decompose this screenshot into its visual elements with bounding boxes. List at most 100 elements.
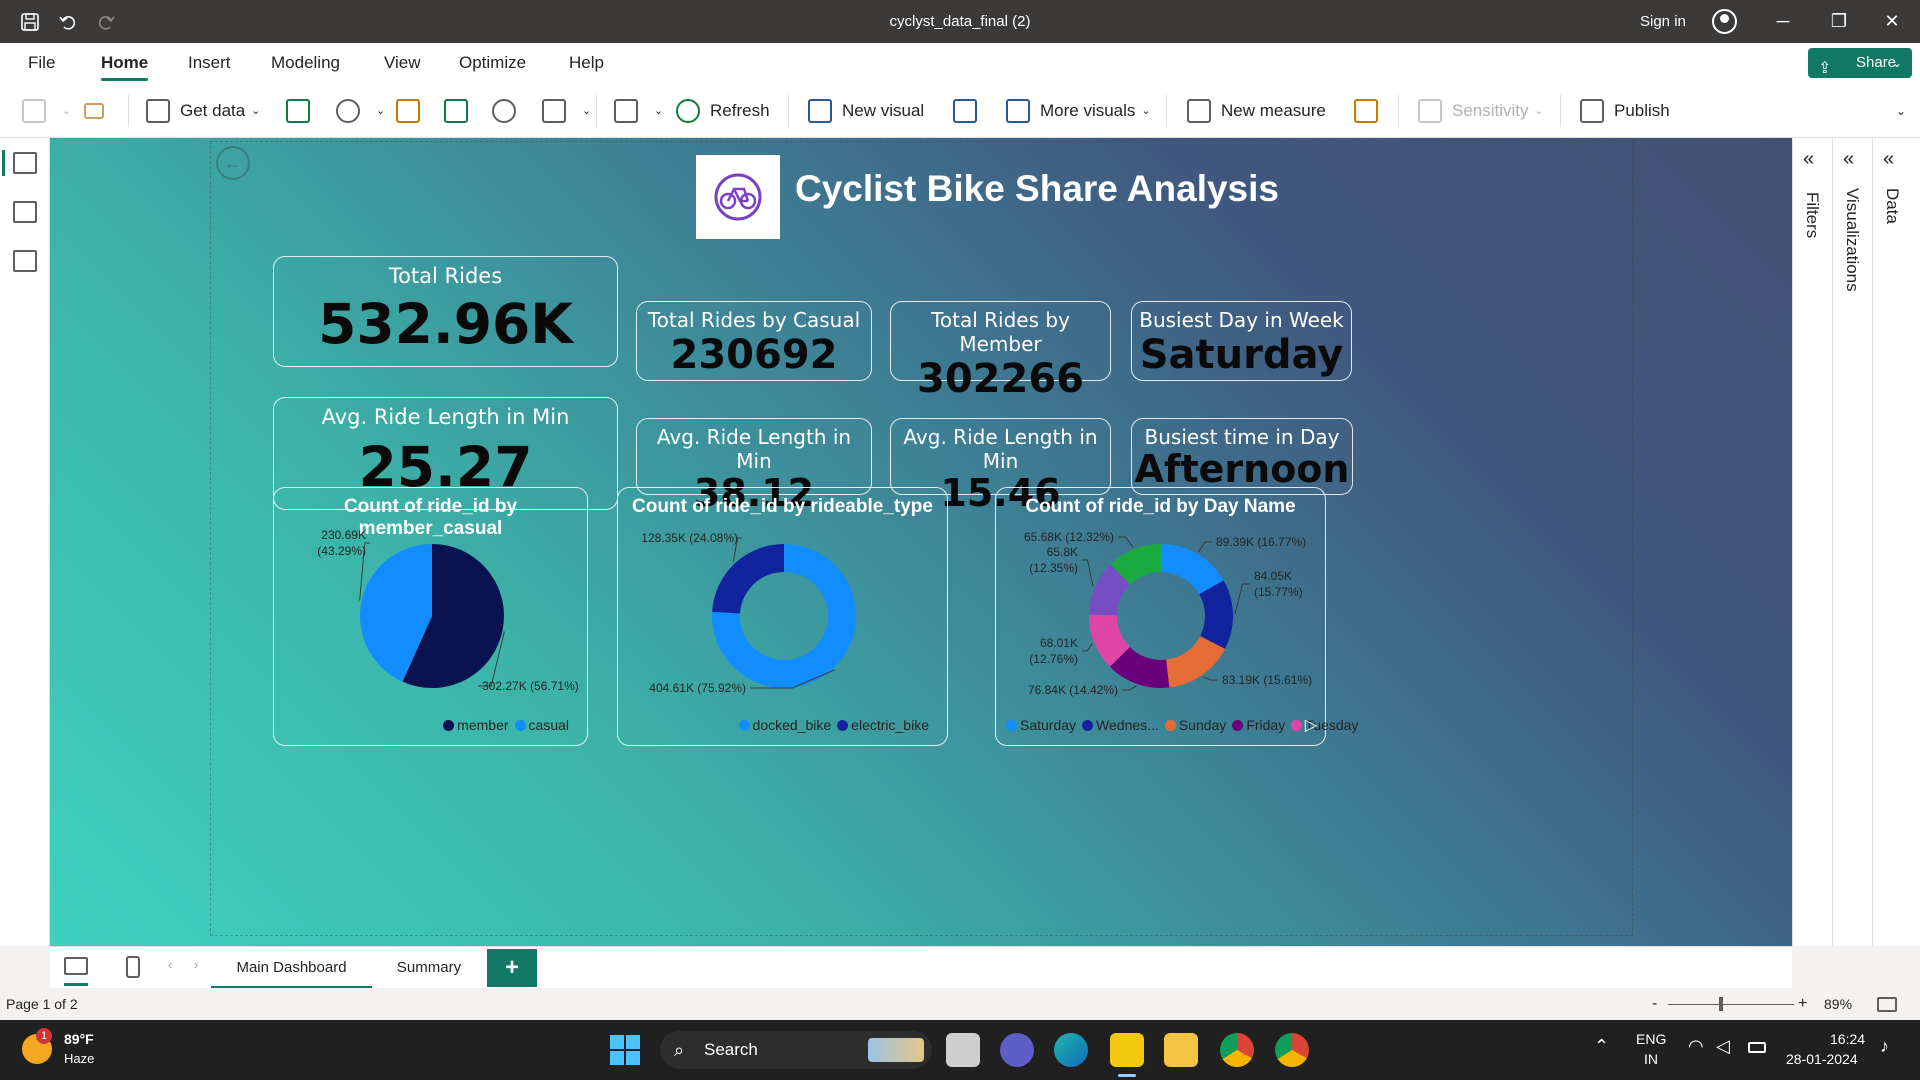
- ribbon-separator: [1166, 95, 1167, 127]
- filters-pane[interactable]: « Filters: [1793, 138, 1833, 946]
- mobile-layout-icon[interactable]: [126, 956, 140, 978]
- chart-rideable-type[interactable]: Count of ride_id by rideable_type 404.61…: [617, 487, 948, 746]
- notification-bell-icon[interactable]: ♪: [1880, 1036, 1889, 1057]
- kpi-card-total-rides[interactable]: Total Rides 532.96K: [273, 256, 618, 367]
- battery-icon[interactable]: [1748, 1042, 1766, 1053]
- refresh-button[interactable]: Refresh: [676, 83, 770, 138]
- zoom-slider-track[interactable]: [1668, 1004, 1794, 1005]
- add-page-button[interactable]: +: [487, 949, 537, 987]
- get-data-button[interactable]: Get data ⌄: [146, 83, 260, 138]
- bar-chart-icon: [808, 98, 832, 123]
- legend-item[interactable]: Wednes...: [1082, 717, 1159, 733]
- chrome-browser-icon[interactable]: [1220, 1033, 1254, 1067]
- dataverse-button[interactable]: [492, 83, 526, 138]
- kpi-card-avg-ride-member[interactable]: Avg. Ride Length in Min 15.46: [890, 418, 1111, 515]
- leader-line: [1118, 536, 1134, 548]
- excel-button[interactable]: [286, 83, 320, 138]
- new-visual-button[interactable]: New visual: [808, 83, 924, 138]
- legend-item[interactable]: Tuesday: [1291, 717, 1358, 733]
- zoom-slider-thumb[interactable]: [1719, 997, 1723, 1011]
- tab-modeling[interactable]: Modeling: [271, 43, 340, 83]
- system-tray-chevron-icon[interactable]: ⌃: [1594, 1036, 1609, 1057]
- clock-time[interactable]: 16:24: [1830, 1031, 1865, 1047]
- tab-view[interactable]: View: [384, 43, 421, 83]
- collapse-chevron-icon[interactable]: «: [1883, 148, 1894, 171]
- paste-button[interactable]: ⌄: [22, 83, 71, 138]
- zoom-level[interactable]: 89%: [1824, 988, 1852, 1020]
- task-view-icon[interactable]: [946, 1033, 980, 1067]
- zoom-out-button[interactable]: -: [1652, 988, 1657, 1020]
- legend-item[interactable]: member: [443, 717, 509, 733]
- collapse-chevron-icon[interactable]: «: [1843, 148, 1854, 171]
- text-box-icon: [953, 98, 977, 123]
- legend-item[interactable]: casual: [514, 717, 569, 733]
- page-tab-summary[interactable]: Summary: [374, 947, 484, 989]
- language-code[interactable]: ENG: [1636, 1031, 1666, 1047]
- donut-chart-svg: 404.61K (75.92%) 128.35K (24.08%): [641, 531, 856, 695]
- minimize-button[interactable]: ─: [1755, 0, 1811, 43]
- slice-electric_bike[interactable]: [712, 544, 784, 614]
- legend-item[interactable]: Friday: [1232, 717, 1285, 733]
- tab-insert[interactable]: Insert: [188, 43, 231, 83]
- table-view-icon[interactable]: [13, 201, 37, 223]
- desktop-layout-icon[interactable]: [64, 957, 88, 975]
- visualizations-pane[interactable]: « Visualizations: [1833, 138, 1873, 946]
- prev-page-chevron-icon[interactable]: ‹: [168, 957, 172, 972]
- taskbar-search[interactable]: ⌕ Search: [660, 1031, 932, 1069]
- sign-in-link[interactable]: Sign in: [1640, 0, 1686, 43]
- teams-chat-icon[interactable]: [1000, 1033, 1034, 1067]
- sensitivity-button[interactable]: Sensitivity ⌄: [1418, 83, 1544, 138]
- legend-item[interactable]: docked_bike: [738, 717, 831, 733]
- back-arrow-icon[interactable]: ←: [216, 146, 250, 180]
- chrome-browser-icon[interactable]: [1275, 1033, 1309, 1067]
- edge-browser-icon[interactable]: [1054, 1033, 1088, 1067]
- legend-item[interactable]: Saturday: [1006, 717, 1076, 733]
- weather-temp[interactable]: 89°F: [64, 1031, 94, 1047]
- enter-data-button[interactable]: [444, 83, 478, 138]
- close-button[interactable]: ✕: [1864, 0, 1920, 43]
- legend-item[interactable]: Sunday: [1164, 717, 1226, 733]
- dataverse-icon: [492, 98, 516, 123]
- start-windows-icon[interactable]: [610, 1035, 640, 1065]
- more-visuals-button[interactable]: More visuals ⌄: [1006, 83, 1151, 138]
- transform-data-button[interactable]: ⌄: [614, 83, 663, 138]
- onelake-button[interactable]: ⌄: [336, 83, 385, 138]
- fit-to-page-icon[interactable]: [1877, 997, 1897, 1012]
- kpi-card-casual-rides[interactable]: Total Rides by Casual 230692: [636, 301, 872, 381]
- account-avatar-icon[interactable]: [1712, 9, 1737, 34]
- power-bi-icon[interactable]: [1110, 1033, 1144, 1067]
- next-page-chevron-icon[interactable]: ›: [194, 957, 198, 972]
- chart-day-name[interactable]: Count of ride_id by Day Name 89.39K (16.…: [995, 487, 1358, 746]
- ribbon-expand-chevron-icon[interactable]: ⌄: [1896, 83, 1906, 138]
- model-view-icon[interactable]: [13, 250, 37, 272]
- zoom-in-button[interactable]: +: [1798, 988, 1807, 1020]
- publish-button[interactable]: Publish: [1580, 83, 1670, 138]
- tab-help[interactable]: Help: [569, 43, 604, 83]
- data-pane[interactable]: « Data: [1873, 138, 1913, 946]
- weather-desc: Haze: [64, 1051, 95, 1066]
- chart-member-casual[interactable]: Count of ride_id by member_casual 302.27…: [273, 487, 588, 746]
- file-explorer-icon[interactable]: [1164, 1033, 1198, 1067]
- volume-icon[interactable]: ◁: [1716, 1036, 1730, 1057]
- text-box-button[interactable]: [953, 83, 987, 138]
- legend-next-arrow-icon[interactable]: ▷: [1305, 715, 1317, 735]
- kpi-card-avg-ride-casual[interactable]: Avg. Ride Length in Min 38.12: [636, 418, 872, 515]
- quick-measure-button[interactable]: [1354, 83, 1388, 138]
- report-view-icon[interactable]: [2, 150, 37, 176]
- page-tab-main-dashboard[interactable]: Main Dashboard: [211, 947, 372, 989]
- new-measure-button[interactable]: New measure: [1187, 83, 1326, 138]
- tab-file[interactable]: File: [28, 43, 55, 83]
- tab-optimize[interactable]: Optimize: [459, 43, 526, 83]
- legend-item[interactable]: electric_bike: [837, 717, 929, 733]
- kpi-card-busiest-time[interactable]: Busiest time in Day Afternoon: [1131, 418, 1353, 495]
- tab-home[interactable]: Home: [101, 43, 149, 83]
- restore-button[interactable]: ❐: [1811, 0, 1867, 43]
- recent-sources-button[interactable]: ⌄: [542, 83, 591, 138]
- collapse-chevron-icon[interactable]: «: [1803, 148, 1814, 171]
- kpi-card-busiest-day[interactable]: Busiest Day in Week Saturday: [1131, 301, 1352, 381]
- kpi-card-member-rides[interactable]: Total Rides by Member 302266: [890, 301, 1111, 402]
- format-painter-button[interactable]: [84, 83, 114, 138]
- share-button[interactable]: ⇪ Share ⌄: [1808, 48, 1912, 78]
- sql-button[interactable]: [396, 83, 430, 138]
- wifi-icon[interactable]: ◠: [1688, 1036, 1704, 1057]
